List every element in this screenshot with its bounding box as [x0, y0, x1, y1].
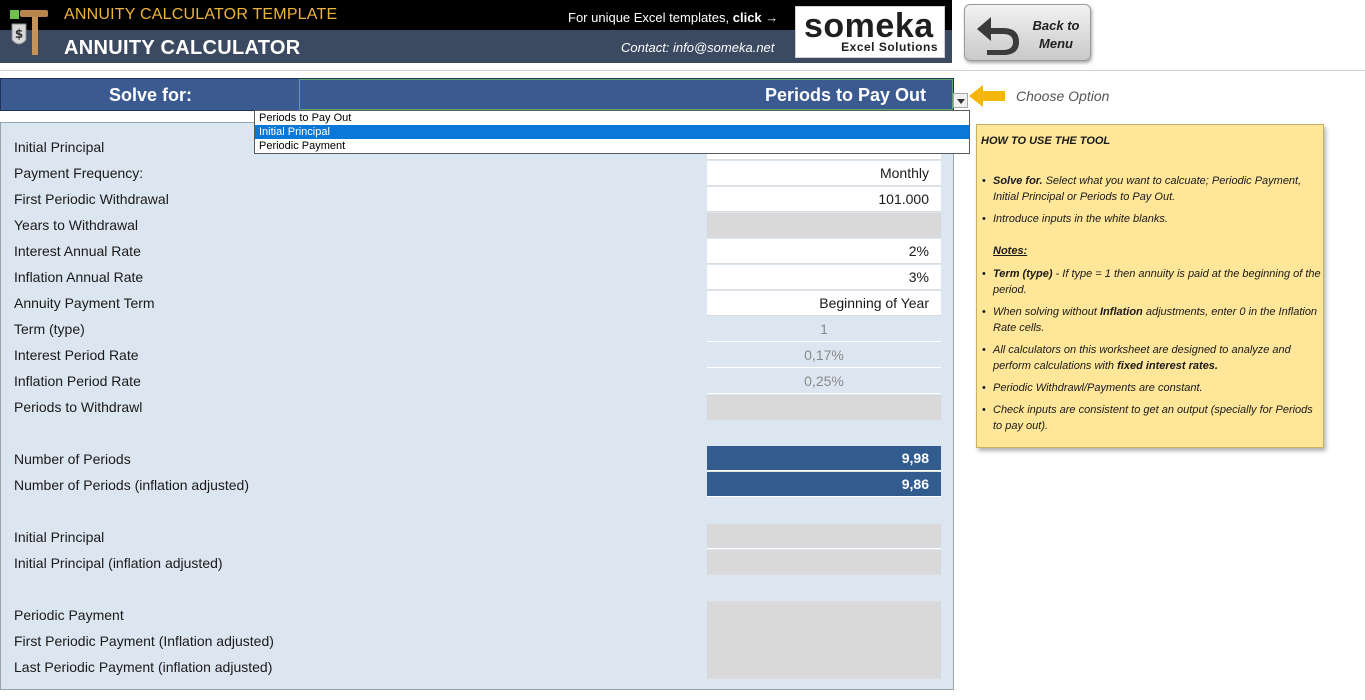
help-note-inflation: When solving without Inflation adjustmen…	[977, 304, 1323, 336]
help-notes-list: Term (type) - If type = 1 then annuity i…	[977, 266, 1323, 440]
header-divider	[0, 70, 1365, 71]
someka-brand-logo[interactable]: someka Excel Solutions	[795, 6, 945, 58]
help-note-constant: Periodic Withdrawl/Payments are constant…	[977, 380, 1323, 396]
years-to-withdrawal-label: Years to Withdrawal	[14, 217, 138, 233]
result-initial-principal-cell	[707, 524, 941, 549]
app-title: ANNUITY CALCULATOR	[64, 37, 301, 59]
help-term-bold: Term (type)	[993, 268, 1053, 280]
help-note-term: Term (type) - If type = 1 then annuity i…	[977, 266, 1323, 298]
result-initial-principal-infl-cell	[707, 550, 941, 575]
help-notes-heading: Notes:	[993, 245, 1028, 257]
result-initial-principal-infl-label: Initial Principal (inflation adjusted)	[14, 555, 223, 571]
back-to-menu-label: Back to Menu	[1032, 18, 1080, 51]
periods-withdrawl-label: Periods to Withdrawl	[14, 399, 143, 415]
first-payment-infl-label: First Periodic Payment (Inflation adjust…	[14, 633, 274, 649]
years-to-withdrawal-cell	[707, 213, 941, 238]
arrow-left-icon	[969, 85, 1005, 107]
help-note-check: Check inputs are consistent to get an ou…	[977, 402, 1323, 434]
payment-term-label: Annuity Payment Term	[14, 295, 155, 311]
first-withdrawal-label: First Periodic Withdrawal	[14, 191, 169, 207]
help-title: HOW TO USE THE TOOL	[981, 135, 1111, 147]
interest-annual-input[interactable]: 2%	[707, 239, 941, 264]
number-of-periods-label: Number of Periods	[14, 451, 131, 467]
help-inflation-bold: Inflation	[1100, 306, 1143, 318]
inflation-period-value: 0,25%	[707, 369, 941, 394]
number-of-periods-infl-value: 9,86	[707, 472, 941, 497]
periodic-payment-label: Periodic Payment	[14, 607, 124, 623]
payment-frequency-label: Payment Frequency:	[14, 165, 144, 181]
svg-text:$: $	[15, 27, 23, 41]
inflation-period-label: Inflation Period Rate	[14, 373, 141, 389]
solve-for-select[interactable]: Periods to Pay Out	[299, 79, 953, 110]
chevron-down-icon[interactable]	[953, 93, 968, 108]
choose-option-hint: Choose Option	[1016, 88, 1110, 104]
payment-term-input[interactable]: Beginning of Year	[707, 291, 941, 316]
payment-frequency-input[interactable]: Monthly	[707, 161, 941, 186]
interest-period-value: 0,17%	[707, 343, 941, 368]
promo-label: For unique Excel templates,	[568, 10, 733, 25]
number-of-periods-value: 9,98	[707, 446, 941, 471]
dropdown-option-initial-principal[interactable]: Initial Principal	[255, 125, 969, 139]
help-note-calculators: All calculators on this worksheet are de…	[977, 342, 1323, 374]
dropdown-option-periodic-payment[interactable]: Periodic Payment	[255, 139, 969, 153]
arrow-right-icon: →	[765, 10, 779, 25]
solve-for-value: Periods to Pay Out	[764, 85, 926, 105]
calculator-logo-icon: $	[10, 10, 48, 55]
solve-for-row: Solve for: Periods to Pay Out	[0, 78, 954, 111]
solve-for-label: Solve for:	[109, 85, 193, 105]
result-initial-principal-label: Initial Principal	[14, 529, 105, 545]
help-steps-list: Solve for. Select what you want to calcu…	[977, 173, 1323, 233]
app-header: $ ANNUITY CALCULATOR TEMPLATE ANNUITY CA…	[0, 0, 952, 63]
periodic-payment-results-block	[707, 601, 941, 679]
promo-text: For unique Excel templates, click →	[568, 10, 778, 25]
how-to-use-box: HOW TO USE THE TOOL Solve for. Select wh…	[976, 124, 1324, 448]
interest-period-label: Interest Period Rate	[14, 347, 139, 363]
last-payment-infl-label: Last Periodic Payment (inflation adjuste…	[14, 659, 273, 675]
help-step-solve: Solve for. Select what you want to calcu…	[977, 173, 1323, 205]
term-type-label: Term (type)	[14, 321, 85, 337]
term-type-value: 1	[707, 317, 941, 342]
number-of-periods-infl-label: Number of Periods (inflation adjusted)	[14, 477, 250, 493]
contact-email[interactable]: Contact: info@someka.net	[621, 40, 774, 55]
help-step-introduce: Introduce inputs in the white blanks.	[977, 211, 1323, 227]
inflation-annual-label: Inflation Annual Rate	[14, 269, 144, 285]
template-title: ANNUITY CALCULATOR TEMPLATE	[64, 6, 338, 23]
back-arrow-icon	[977, 17, 1019, 55]
first-withdrawal-input[interactable]: 101.000	[707, 187, 941, 212]
back-to-menu-button[interactable]: Back to Menu	[964, 4, 1091, 61]
help-solve-bold: Solve for.	[993, 175, 1043, 187]
dropdown-option-periods[interactable]: Periods to Pay Out	[255, 111, 969, 125]
initial-principal-label: Initial Principal	[14, 139, 105, 155]
interest-annual-label: Interest Annual Rate	[14, 243, 141, 259]
inflation-annual-input[interactable]: 3%	[707, 265, 941, 290]
help-calculators-bold: fixed interest rates.	[1117, 360, 1218, 372]
brand-subtitle: Excel Solutions	[841, 40, 938, 54]
promo-link[interactable]: click	[733, 10, 762, 25]
solve-for-dropdown-list: Periods to Pay Out Initial Principal Per…	[254, 110, 970, 154]
help-inflation-pre: When solving without	[993, 306, 1100, 318]
periods-withdrawl-cell	[707, 395, 941, 420]
calculator-panel: Initial Principal Payment Frequency: Mon…	[0, 122, 954, 690]
